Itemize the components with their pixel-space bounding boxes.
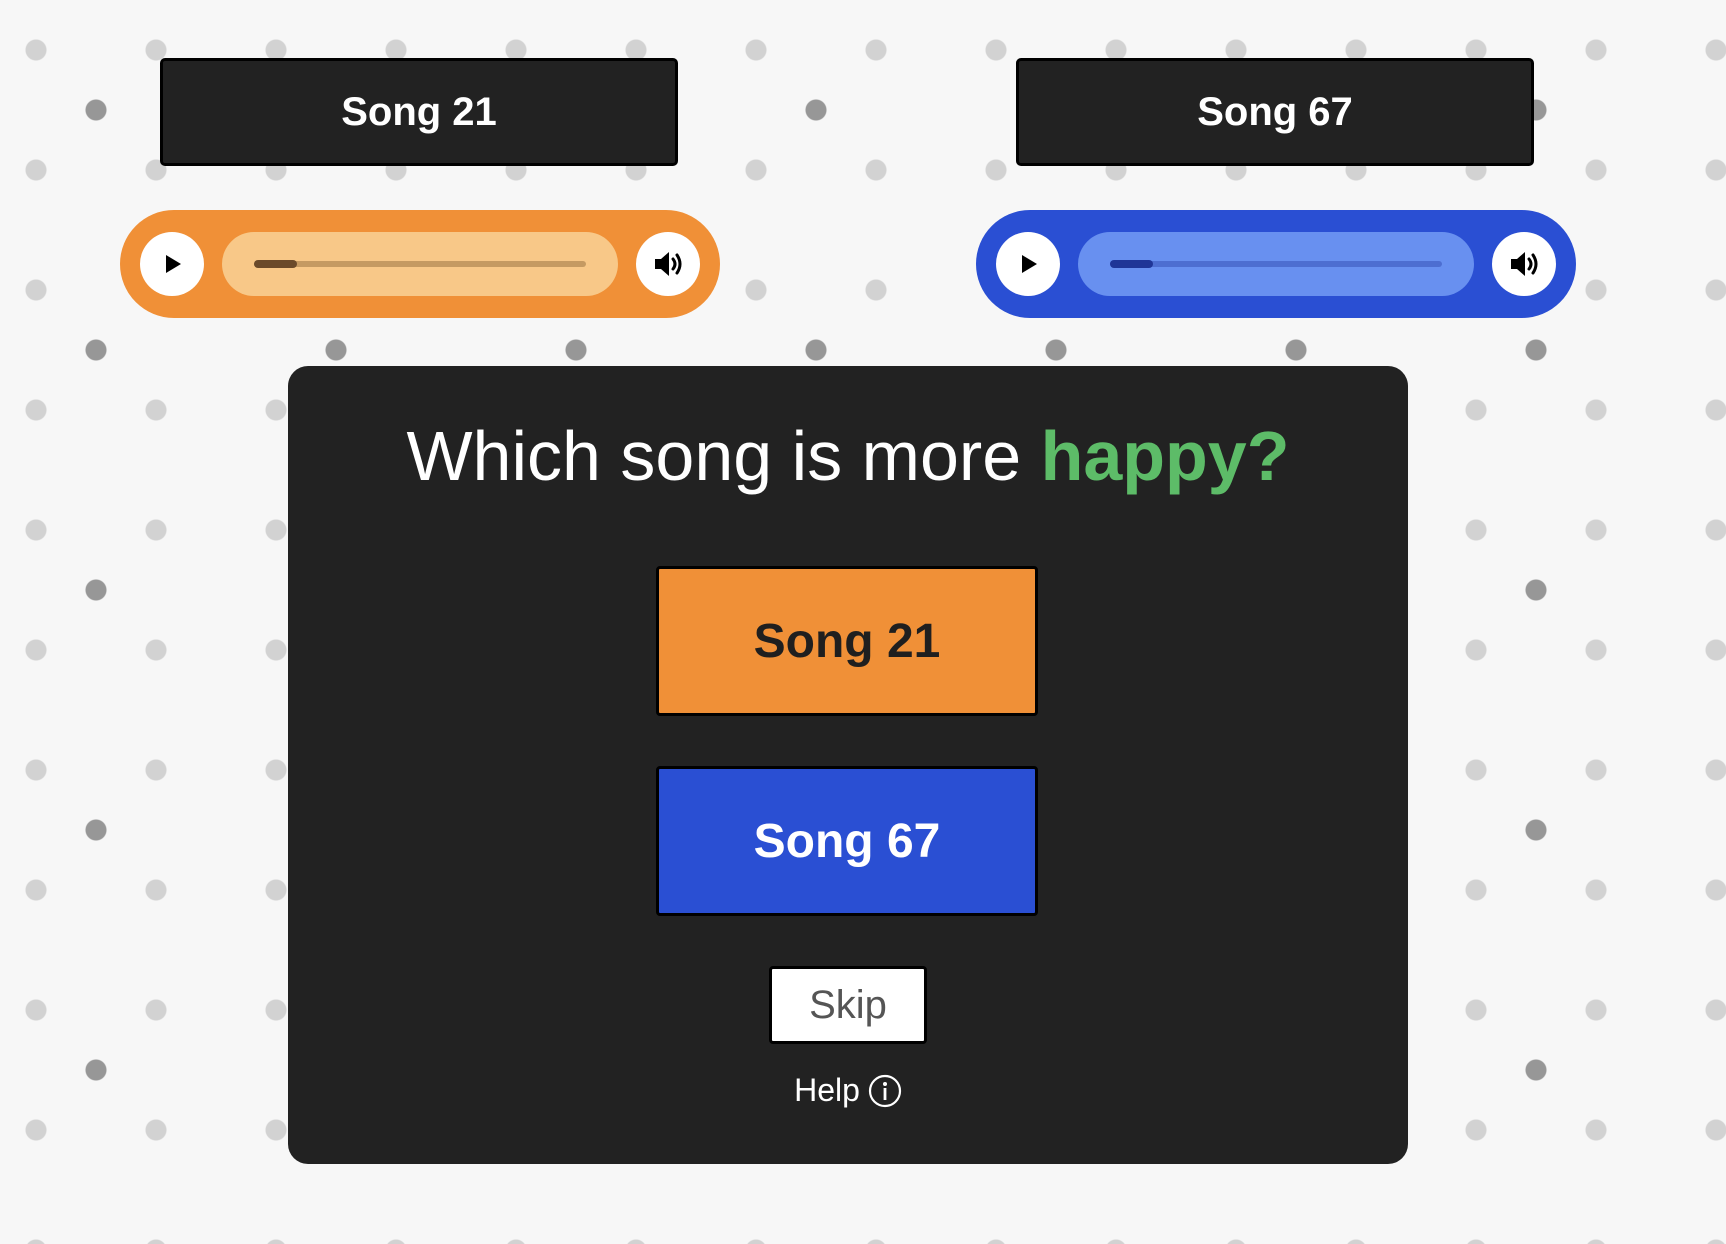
volume-icon	[655, 252, 682, 276]
progress-bar-right[interactable]	[1110, 260, 1442, 268]
audio-player-right	[976, 210, 1576, 318]
play-icon	[166, 255, 181, 273]
progress-fill-right	[1110, 260, 1154, 268]
song-title-left: Song 21	[160, 58, 678, 166]
choose-song-21-button[interactable]: Song 21	[656, 566, 1038, 716]
question-panel: Which song is more happy? Song 21 Song 6…	[288, 366, 1408, 1164]
choose-song-67-button[interactable]: Song 67	[656, 766, 1038, 916]
choose-song-21-label: Song 21	[753, 614, 941, 668]
choose-song-67-label: Song 67	[753, 814, 941, 868]
question-attribute: happy?	[1040, 417, 1290, 495]
progress-track-right[interactable]	[1078, 232, 1474, 296]
play-button-left[interactable]	[140, 232, 204, 296]
skip-label: Skip	[809, 982, 887, 1027]
play-icon	[1022, 255, 1037, 273]
volume-button-right[interactable]	[1492, 232, 1556, 296]
question-prefix: Which song is more	[406, 417, 1022, 495]
play-button-right[interactable]	[996, 232, 1060, 296]
help-link[interactable]: Help	[288, 1072, 1408, 1109]
question-heading: Which song is more happy?	[288, 414, 1408, 498]
song-title-left-text: Song 21	[341, 89, 497, 134]
song-title-right-text: Song 67	[1197, 89, 1353, 134]
progress-track-left[interactable]	[222, 232, 618, 296]
audio-player-left	[120, 210, 720, 318]
skip-button[interactable]: Skip	[769, 966, 927, 1044]
volume-button-left[interactable]	[636, 232, 700, 296]
help-label: Help	[794, 1072, 860, 1108]
info-icon	[868, 1074, 902, 1107]
song-title-right: Song 67	[1016, 58, 1534, 166]
volume-icon	[1511, 252, 1538, 276]
progress-fill-left	[254, 260, 298, 268]
progress-bar-left[interactable]	[254, 260, 586, 268]
